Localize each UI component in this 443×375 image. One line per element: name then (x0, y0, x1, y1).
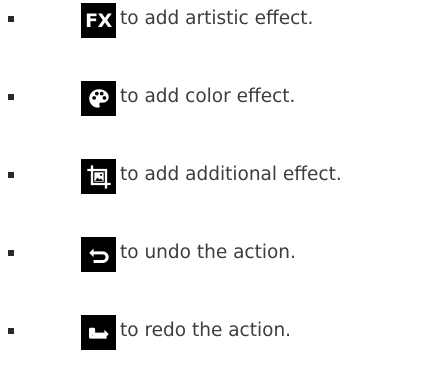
list-item-color-effect: to add color effect. (0, 78, 443, 118)
bullet (8, 172, 14, 178)
bullet (8, 250, 14, 256)
item-label: to add artistic effect. (120, 8, 314, 29)
fx-icon: FX (81, 3, 116, 38)
bullet (8, 94, 14, 100)
list-item-undo: to undo the action. (0, 234, 443, 274)
palette-icon (81, 81, 116, 116)
crop-image-icon (81, 159, 116, 194)
fx-icon-text: FX (85, 9, 112, 32)
redo-icon (81, 315, 116, 350)
bullet (8, 328, 14, 334)
list-item-additional-effect: to add additional effect. (0, 156, 443, 196)
item-label: to undo the action. (120, 242, 296, 263)
list-item-redo: to redo the action. (0, 312, 443, 352)
undo-icon (81, 237, 116, 272)
bullet (8, 16, 14, 22)
item-label: to add additional effect. (120, 164, 342, 185)
list-item-artistic-effect: FX to add artistic effect. (0, 0, 443, 40)
item-label: to add color effect. (120, 86, 296, 107)
item-label: to redo the action. (120, 320, 292, 341)
